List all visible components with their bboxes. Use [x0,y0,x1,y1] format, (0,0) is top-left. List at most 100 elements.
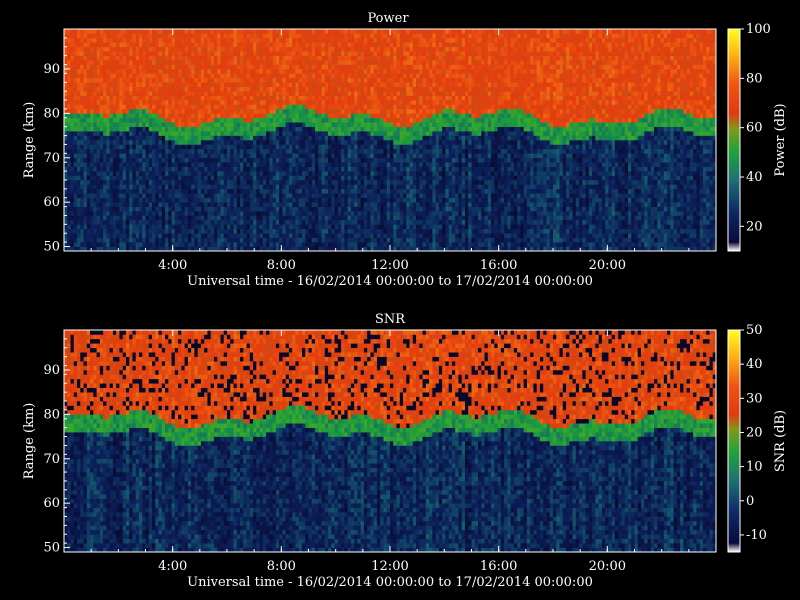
heatmap-cell [181,220,185,225]
heatmap-cell [74,56,78,61]
heatmap-cell [97,69,101,74]
heatmap-cell [100,29,104,34]
heatmap-cell [159,224,163,229]
heatmap-cell [84,96,88,101]
heatmap-cell [178,149,182,154]
heatmap-cell [119,220,123,225]
heatmap-cell [136,233,140,238]
heatmap-cell [136,215,140,220]
heatmap-cell [132,47,136,52]
heatmap-cell [211,176,215,181]
heatmap-cell [175,140,179,145]
heatmap-cell [175,229,179,234]
heatmap-cell [84,215,88,220]
heatmap-cell [132,162,136,167]
heatmap-cell [80,113,84,118]
heatmap-cell [103,131,107,136]
heatmap-cell [175,242,179,247]
heatmap-cell [214,136,218,141]
heatmap-cell [116,176,120,181]
heatmap-cell [201,242,205,247]
heatmap-cell [159,56,163,61]
heatmap-cell [146,29,150,34]
heatmap-cell [198,220,202,225]
heatmap-cell [191,180,195,185]
heatmap-cell [214,220,218,225]
heatmap-cell [116,144,120,149]
heatmap-cell [175,167,179,172]
heatmap-cell [185,69,189,74]
heatmap-cell [159,184,163,189]
heatmap-cell [100,96,104,101]
heatmap-cell [214,73,218,78]
heatmap-cell [168,42,172,47]
heatmap-cell [198,140,202,145]
heatmap-cell [113,73,117,78]
heatmap-cell [207,144,211,149]
heatmap-cell [97,171,101,176]
heatmap-cell [159,33,163,38]
heatmap-cell [110,184,114,189]
heatmap-cell [165,65,169,70]
heatmap-cell [172,60,176,65]
heatmap-cell [84,113,88,118]
heatmap-cell [106,104,110,109]
heatmap-cell [67,144,71,149]
heatmap-cell [123,65,127,70]
heatmap-cell [97,100,101,105]
heatmap-cell [168,47,172,52]
heatmap-cell [191,29,195,34]
heatmap-cell [132,207,136,212]
heatmap-cell [185,189,189,194]
heatmap-cell [188,51,192,56]
heatmap-cell [172,69,176,74]
heatmap-cell [175,238,179,243]
heatmap-cell [185,87,189,92]
heatmap-cell [142,104,146,109]
heatmap-cell [214,47,218,52]
heatmap-cell [159,131,163,136]
heatmap-cell [123,73,127,78]
heatmap-cell [162,47,166,52]
heatmap-cell [162,91,166,96]
heatmap-cell [103,91,107,96]
heatmap-cell [175,109,179,114]
heatmap-cell [123,229,127,234]
heatmap-cell [136,180,140,185]
heatmap-cell [87,100,91,105]
heatmap-cell [67,42,71,47]
heatmap-cell [168,171,172,176]
heatmap-cell [146,56,150,61]
heatmap-cell [162,144,166,149]
heatmap-cell [129,73,133,78]
heatmap-cell [110,176,114,181]
heatmap-cell [162,122,166,127]
heatmap-cell [185,73,189,78]
heatmap-cell [198,171,202,176]
heatmap-cell [93,167,97,172]
heatmap-cell [185,211,189,216]
heatmap-cell [198,215,202,220]
heatmap-cell [204,193,208,198]
heatmap-cell [214,211,218,216]
heatmap-cell [129,118,133,123]
heatmap-cell [152,242,156,247]
heatmap-cell [106,38,110,43]
heatmap-cell [149,73,153,78]
heatmap-cell [198,29,202,34]
heatmap-cell [97,215,101,220]
heatmap-cell [97,113,101,118]
heatmap-cell [198,149,202,154]
heatmap-cell [84,136,88,141]
heatmap-cell [136,202,140,207]
heatmap-cell [191,224,195,229]
heatmap-cell [211,131,215,136]
heatmap-cell [136,113,140,118]
heatmap-cell [67,127,71,132]
heatmap-cell [191,91,195,96]
heatmap-cell [132,176,136,181]
heatmap-cell [97,65,101,70]
heatmap-cell [198,153,202,158]
heatmap-cell [194,87,198,92]
heatmap-cell [87,153,91,158]
